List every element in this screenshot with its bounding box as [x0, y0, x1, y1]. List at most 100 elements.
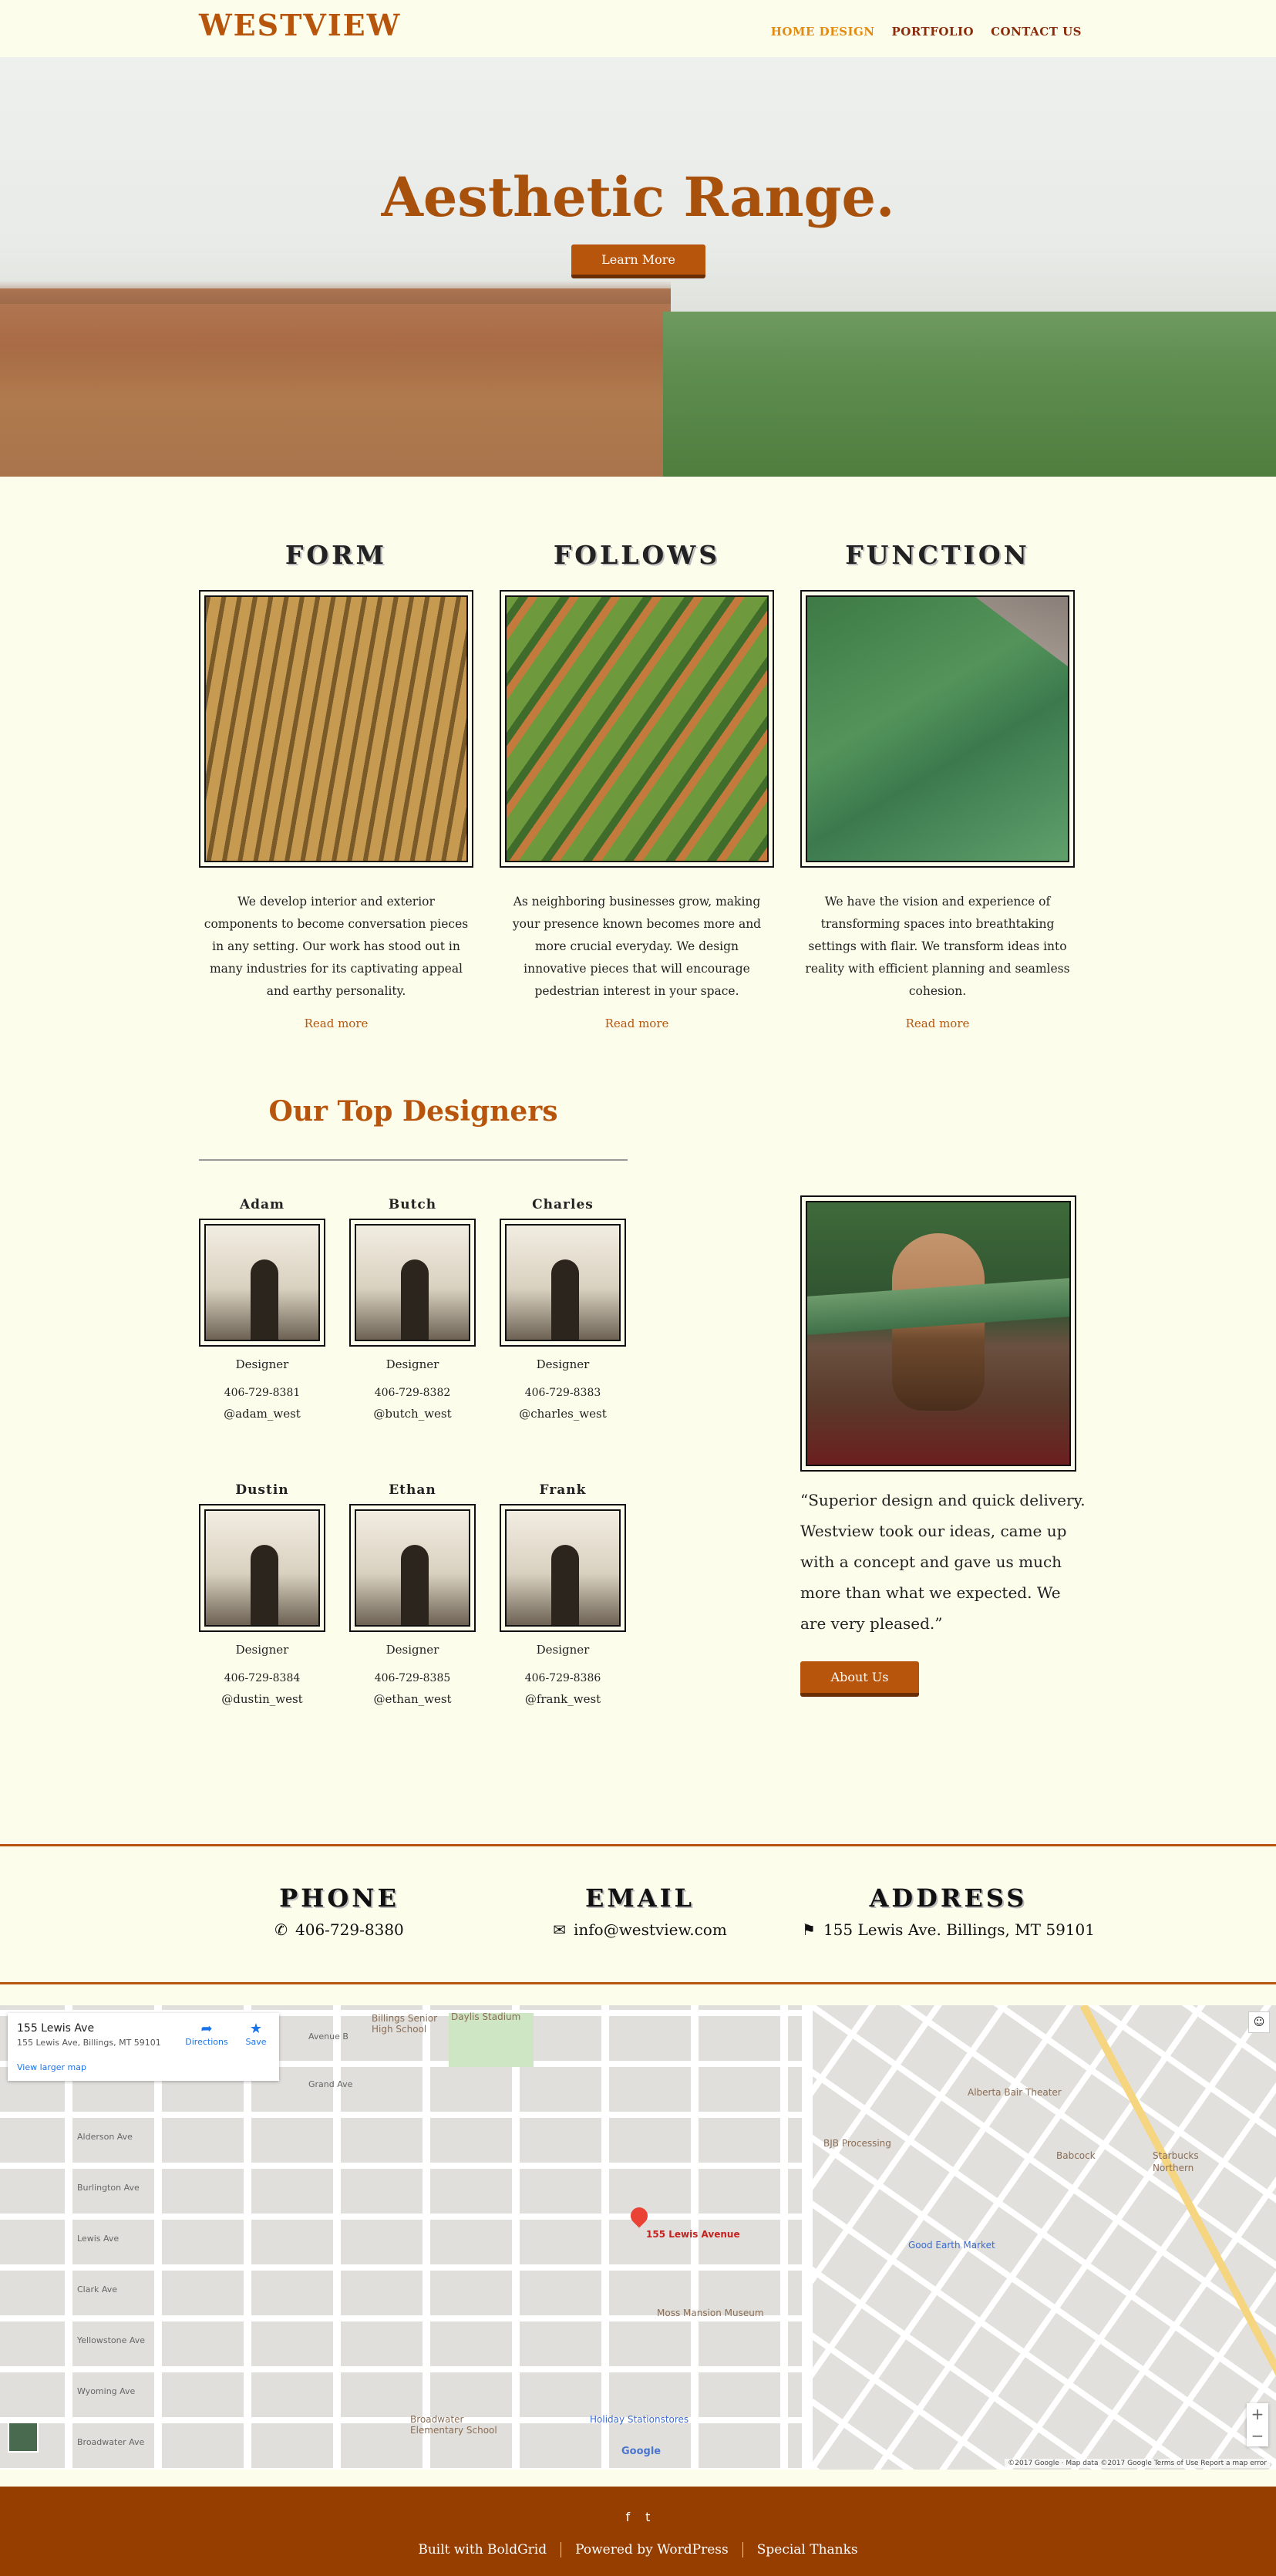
- designer-role: Designer: [536, 1643, 590, 1657]
- designer-photo: [505, 1509, 621, 1627]
- contact-phone: PHONE ✆ 406-729-8380: [247, 1883, 432, 1939]
- main-nav: HOME DESIGN PORTFOLIO CONTACT US: [771, 25, 1082, 39]
- feature-image: [505, 595, 769, 862]
- map-attribution[interactable]: ©2017 Google · Map data ©2017 Google Ter…: [1005, 2459, 1270, 2468]
- designer-name: Charles: [532, 1197, 594, 1212]
- map-main-road: [802, 2005, 813, 2470]
- save-button[interactable]: ★ Save: [239, 2021, 273, 2047]
- designer-handle[interactable]: @frank_west: [500, 1692, 626, 1706]
- feature-text: We develop interior and exterior compone…: [204, 895, 469, 998]
- map-pin-label: 155 Lewis Avenue: [646, 2229, 740, 2240]
- zoom-in-button[interactable]: +: [1247, 2403, 1268, 2425]
- designers-title: Our Top Designers: [268, 1095, 558, 1128]
- map-poi: Moss Mansion Museum: [657, 2308, 764, 2318]
- designer-photo-frame: [349, 1504, 476, 1632]
- designer-card-adam: Adam Designer 406-729-8381 @adam_west: [199, 1197, 325, 1421]
- site-logo[interactable]: WESTVIEW: [199, 8, 401, 42]
- designer-name: Frank: [539, 1482, 587, 1498]
- designer-card-ethan: Ethan Designer 406-729-8385 @ethan_west: [349, 1482, 476, 1706]
- contact-phone-label: PHONE: [279, 1883, 399, 1913]
- street-label: Avenue B: [308, 2031, 348, 2042]
- twitter-icon[interactable]: t: [645, 2510, 650, 2524]
- designer-phone: 406-729-8385: [374, 1672, 451, 1684]
- feature-text: As neighboring businesses grow, making y…: [512, 895, 762, 998]
- street-label: Broadwater Ave: [77, 2437, 145, 2447]
- designer-handle[interactable]: @butch_west: [349, 1407, 476, 1421]
- contact-email-value[interactable]: info@westview.com: [574, 1920, 727, 1939]
- nav-contact-us[interactable]: CONTACT US: [991, 25, 1082, 39]
- hero-horizon: [0, 281, 671, 304]
- directions-label: Directions: [185, 2037, 228, 2047]
- envelope-icon: ✉: [553, 1920, 566, 1939]
- site-footer: f t Built with BoldGrid Powered by WordP…: [0, 2487, 1276, 2576]
- hero-soil-field: [0, 288, 671, 477]
- designer-phone: 406-729-8386: [524, 1672, 601, 1684]
- footer-link-wordpress[interactable]: Powered by WordPress: [561, 2542, 742, 2557]
- map-poi: Billings Senior High School: [372, 2013, 438, 2035]
- learn-more-button[interactable]: Learn More: [571, 244, 705, 278]
- street-label: Alderson Ave: [77, 2132, 133, 2142]
- google-map[interactable]: Avenue B Grand Ave Alderson Ave Burlingt…: [0, 2005, 1276, 2470]
- designer-role: Designer: [235, 1643, 289, 1657]
- nav-home-design[interactable]: HOME DESIGN: [771, 25, 875, 39]
- contact-address-value: 155 Lewis Ave. Billings, MT 59101: [823, 1920, 1095, 1939]
- designer-photo: [204, 1509, 320, 1627]
- designer-photo-frame: [199, 1219, 325, 1347]
- phone-icon: ✆: [274, 1920, 288, 1939]
- map-poi: Starbucks: [1153, 2150, 1199, 2161]
- contact-address: ADDRESS ⚑ 155 Lewis Ave. Billings, MT 591…: [794, 1883, 1103, 1939]
- feature-title: FUNCTION: [845, 540, 1030, 570]
- designer-photo: [355, 1224, 470, 1341]
- map-poi: BJB Processing: [823, 2138, 891, 2149]
- user-avatar-icon[interactable]: ☺: [1248, 2011, 1270, 2033]
- satellite-toggle[interactable]: [8, 2422, 39, 2453]
- hero-grass-field: [663, 312, 1276, 477]
- footer-link-boldgrid[interactable]: Built with BoldGrid: [404, 2542, 561, 2557]
- site-header: WESTVIEW HOME DESIGN PORTFOLIO CONTACT U…: [0, 0, 1276, 57]
- view-larger-map-link[interactable]: View larger map: [17, 2062, 86, 2072]
- designer-photo: [355, 1509, 470, 1627]
- contact-email: EMAIL ✉ info@westview.com: [540, 1883, 740, 1939]
- map-poi: Holiday Stationstores: [590, 2414, 689, 2425]
- designer-phone: 406-729-8382: [374, 1387, 451, 1399]
- designer-handle[interactable]: @adam_west: [199, 1407, 325, 1421]
- zoom-out-button[interactable]: −: [1247, 2425, 1268, 2446]
- facebook-icon[interactable]: f: [626, 2510, 631, 2524]
- designer-handle[interactable]: @dustin_west: [199, 1692, 325, 1706]
- designer-photo-frame: [500, 1504, 626, 1632]
- read-more-link[interactable]: Read more: [199, 1017, 473, 1030]
- designer-photo-frame: [199, 1504, 325, 1632]
- designer-phone: 406-729-8383: [524, 1387, 601, 1399]
- about-us-button[interactable]: About Us: [800, 1661, 919, 1697]
- nav-portfolio[interactable]: PORTFOLIO: [892, 25, 975, 39]
- contact-band: PHONE ✆ 406-729-8380 EMAIL ✉ info@westview…: [0, 1844, 1276, 1984]
- street-label: Lewis Ave: [77, 2234, 120, 2244]
- designer-role: Designer: [536, 1357, 590, 1371]
- map-card-address: 155 Lewis Ave, Billings, MT 59101: [17, 2038, 161, 2048]
- read-more-link[interactable]: Read more: [800, 1017, 1075, 1030]
- designer-name: Butch: [388, 1197, 437, 1212]
- designer-photo-frame: [349, 1219, 476, 1347]
- feature-follows: FOLLOWS As neighboring businesses grow, …: [500, 540, 774, 1030]
- directions-icon: ➦: [200, 2021, 213, 2037]
- read-more-link[interactable]: Read more: [500, 1017, 774, 1030]
- feature-title: FORM: [284, 540, 388, 570]
- designer-photo-frame: [500, 1219, 626, 1347]
- footer-link-special-thanks[interactable]: Special Thanks: [742, 2542, 872, 2557]
- map-poi: Good Earth Market: [908, 2240, 995, 2251]
- designer-handle[interactable]: @charles_west: [500, 1407, 626, 1421]
- save-label: Save: [245, 2037, 267, 2047]
- street-label: Yellowstone Ave: [77, 2335, 146, 2345]
- street-label: Grand Ave: [308, 2079, 353, 2089]
- directions-button[interactable]: ➦ Directions: [183, 2021, 230, 2047]
- designer-role: Designer: [385, 1643, 439, 1657]
- designer-name: Ethan: [389, 1482, 436, 1498]
- social-links: f t: [0, 2510, 1276, 2524]
- feature-image: [204, 595, 468, 862]
- designer-phone: 406-729-8381: [224, 1387, 301, 1399]
- google-logo: Google: [621, 2446, 662, 2457]
- contact-phone-value[interactable]: 406-729-8380: [295, 1920, 404, 1939]
- feature-function: FUNCTION We have the vision and experien…: [800, 540, 1075, 1030]
- designer-handle[interactable]: @ethan_west: [349, 1692, 476, 1706]
- testimonial-photo: [806, 1201, 1071, 1466]
